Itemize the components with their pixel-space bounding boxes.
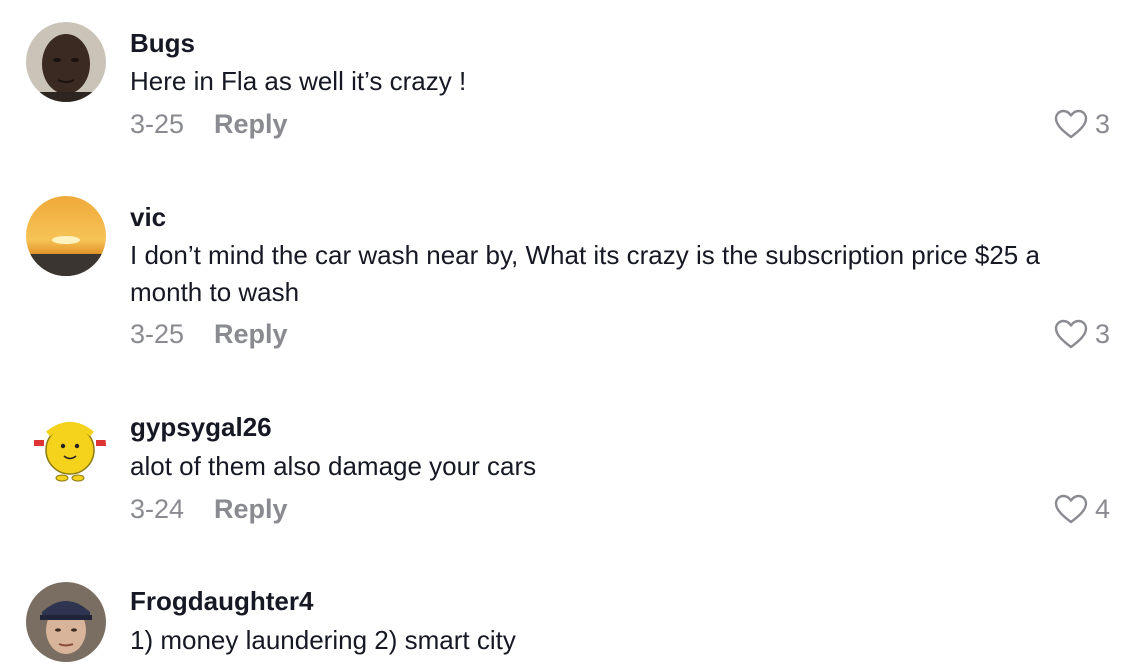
comment-meta: 3-25 Reply	[130, 108, 288, 140]
comment-text: Here in Fla as well it’s crazy !	[130, 66, 467, 96]
comment-item: gypsygal26 alot of them also damage your…	[0, 380, 1136, 560]
comment-meta: 3-24 Reply	[130, 493, 288, 525]
avatar[interactable]	[26, 406, 106, 486]
comment-username[interactable]: Frogdaughter4	[130, 585, 313, 617]
reply-button[interactable]: Reply	[214, 108, 288, 140]
cartoon-character-avatar	[26, 406, 106, 486]
like-count: 3	[1094, 319, 1110, 349]
heart-outline-icon	[1054, 319, 1088, 349]
user-avatar-photo	[26, 582, 106, 662]
like-button[interactable]: 4	[1053, 493, 1110, 525]
sunset-photo-avatar	[26, 196, 106, 276]
comment-text: 1) money laundering 2) smart city	[130, 625, 516, 655]
heart-outline-icon	[1054, 494, 1088, 524]
user-avatar-photo	[26, 22, 106, 102]
comment-date: 3-25	[130, 109, 185, 139]
comment-username[interactable]: gypsygal26	[130, 411, 272, 443]
heart-outline-icon	[1054, 109, 1088, 139]
comment-text: I don’t mind the car wash near by, What …	[130, 240, 1040, 307]
comment-text: alot of them also damage your cars	[130, 451, 537, 481]
comment-item: Frogdaughter4 1) money laundering 2) sma…	[0, 560, 1136, 666]
reply-button[interactable]: Reply	[214, 318, 288, 350]
comment-date: 3-25	[130, 319, 185, 349]
comment-item: vic I don’t mind the car wash near by, W…	[0, 170, 1136, 380]
comment-item: Bugs Here in Fla as well it’s crazy ! 3-…	[0, 0, 1136, 170]
avatar[interactable]	[26, 582, 106, 662]
comment-username[interactable]: vic	[130, 201, 166, 233]
avatar[interactable]	[26, 196, 106, 276]
avatar[interactable]	[26, 22, 106, 102]
like-count: 3	[1094, 109, 1110, 139]
comment-username[interactable]: Bugs	[130, 27, 195, 59]
comment-meta: 3-25 Reply	[130, 318, 288, 350]
comment-date: 3-24	[130, 494, 185, 524]
like-button[interactable]: 3	[1053, 108, 1110, 140]
like-button[interactable]: 3	[1053, 318, 1110, 350]
like-count: 4	[1094, 494, 1110, 524]
reply-button[interactable]: Reply	[214, 493, 288, 525]
